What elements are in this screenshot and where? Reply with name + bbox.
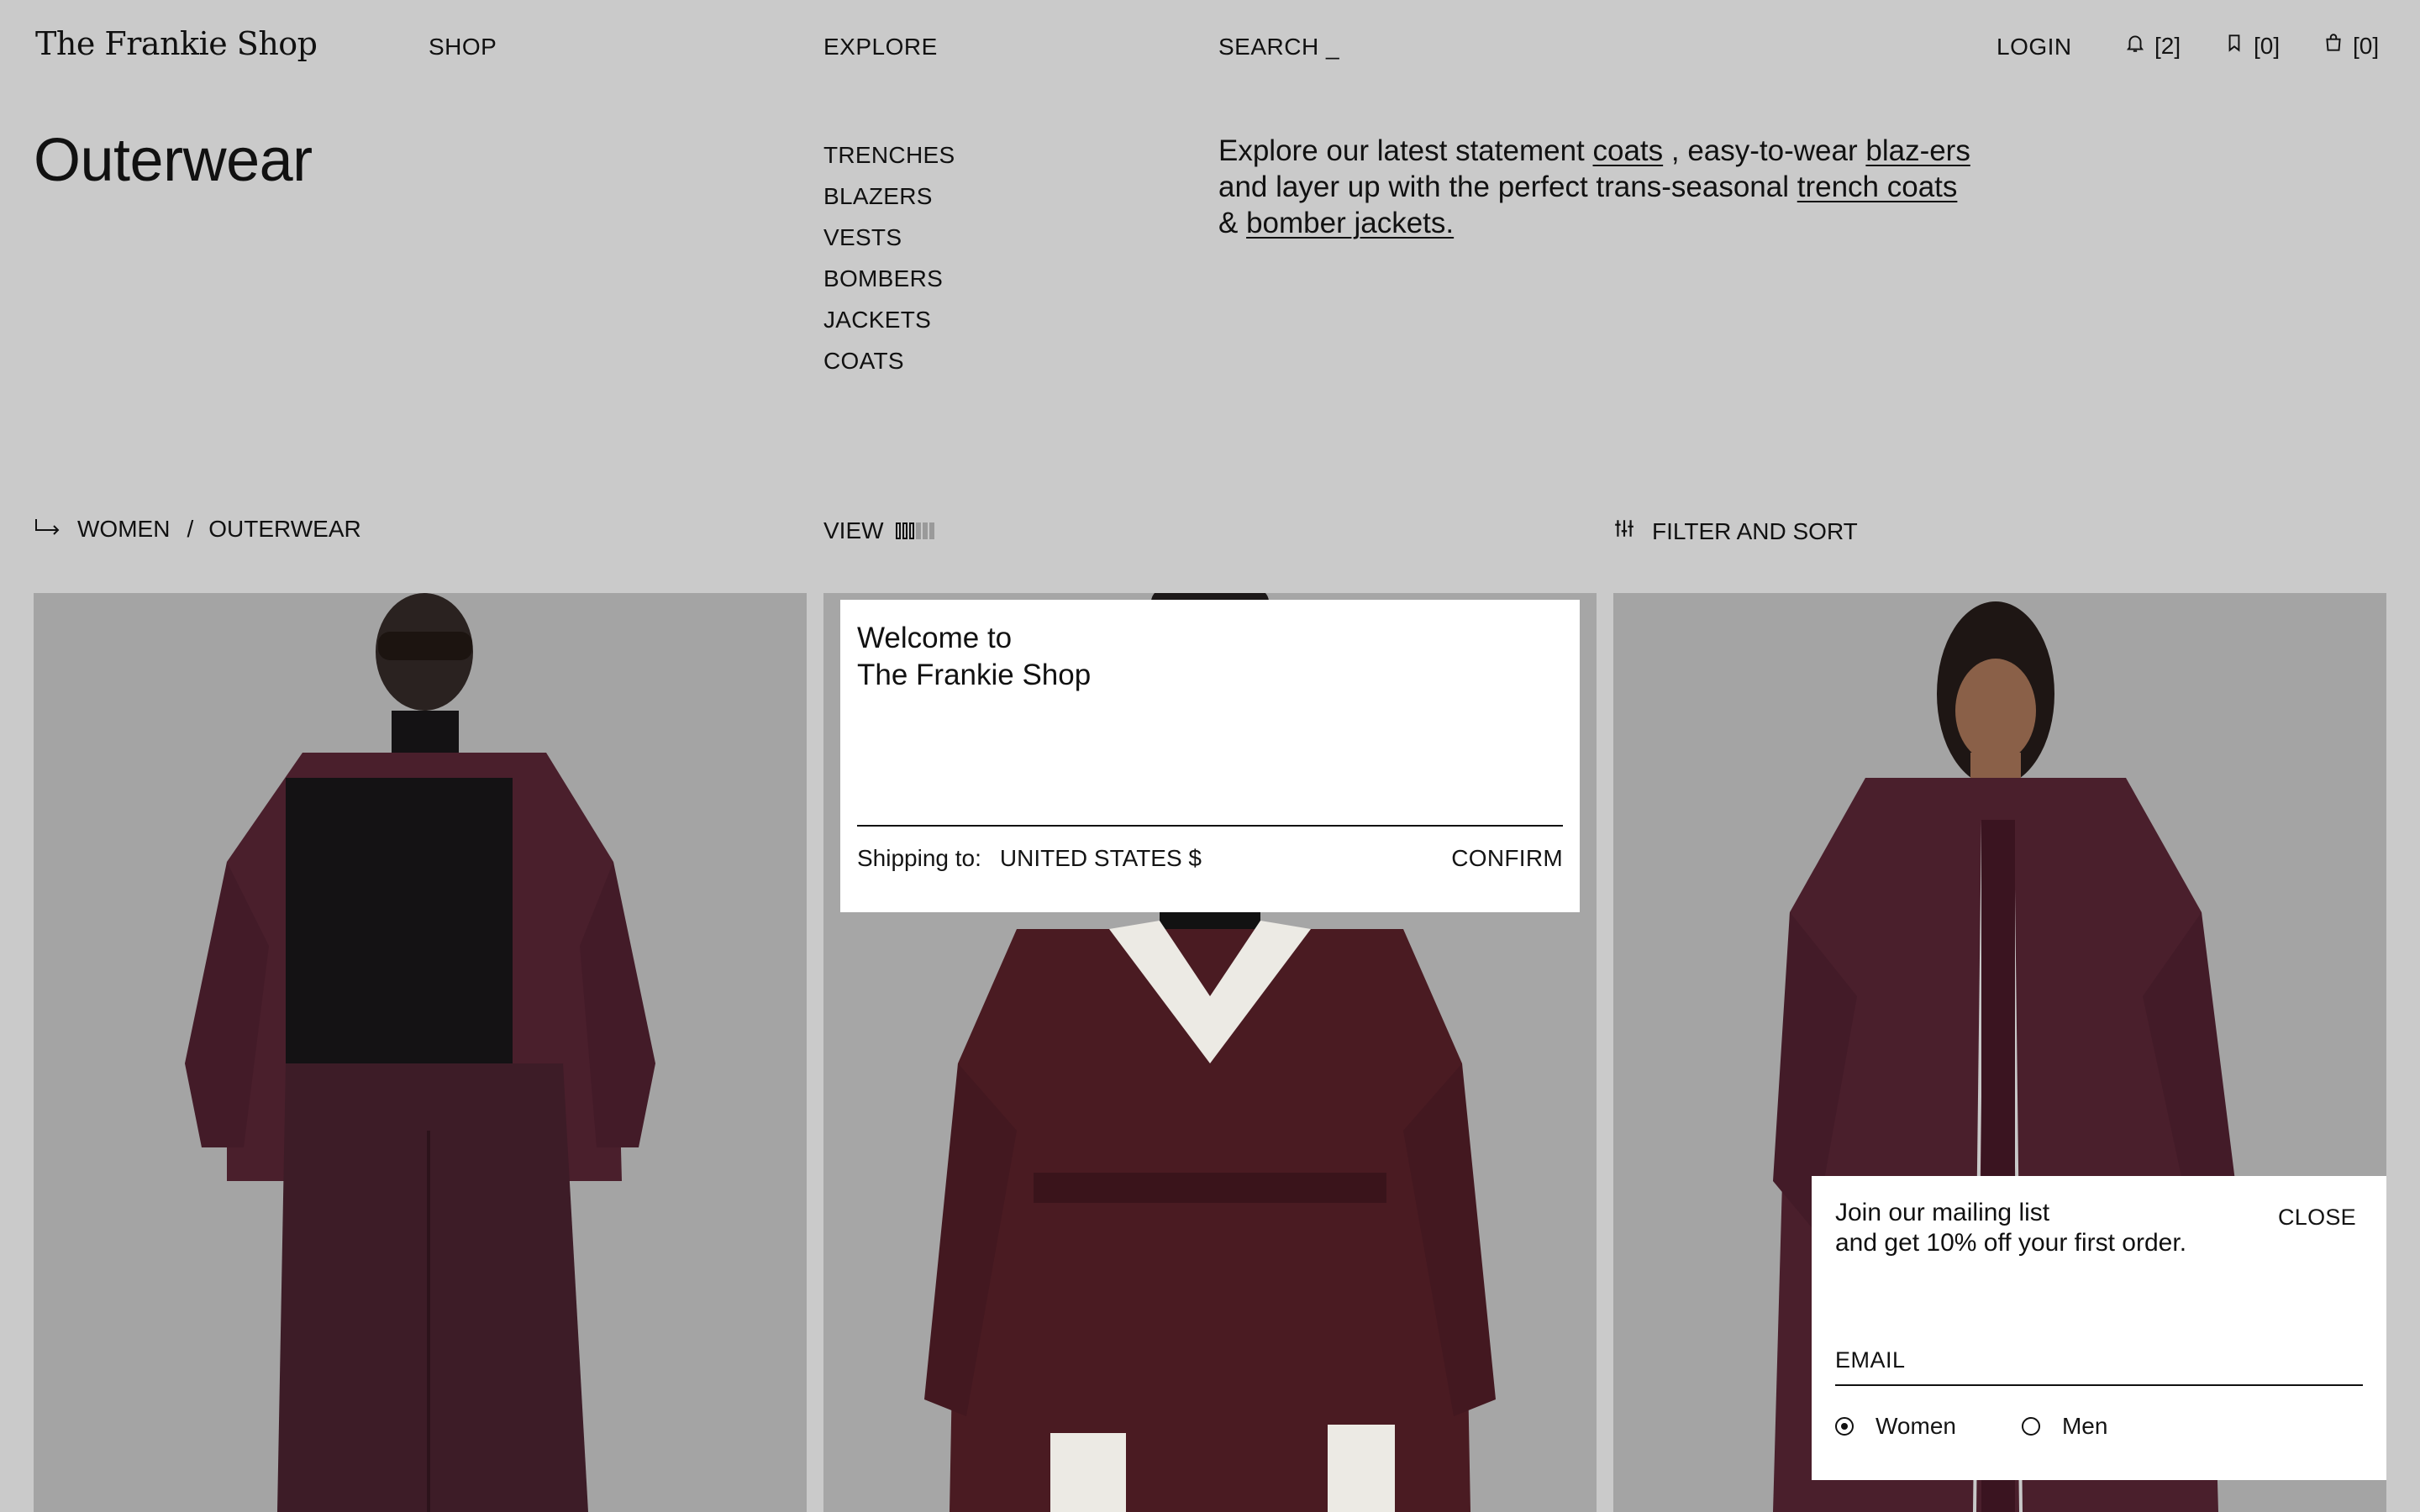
login-link[interactable]: LOGIN	[1996, 34, 2072, 60]
mailing-line: and get 10% off your first order.	[1835, 1229, 2187, 1257]
category-subnav: TRENCHES BLAZERS VESTS BOMBERS JACKETS C…	[823, 134, 955, 381]
shipping-label: Shipping to:	[857, 845, 981, 871]
filter-sort-button[interactable]: FILTER AND SORT	[1613, 517, 1858, 545]
bag-button[interactable]: [0]	[2323, 32, 2379, 60]
search-trigger[interactable]: SEARCH _	[1218, 34, 1339, 60]
view-label: VIEW	[823, 517, 884, 543]
nav-explore[interactable]: EXPLORE	[823, 34, 938, 60]
email-field[interactable]	[1835, 1336, 2363, 1386]
country-selector[interactable]: UNITED STATES $	[1000, 845, 1202, 872]
breadcrumb-separator: /	[187, 516, 194, 542]
notifications-count: [2]	[2154, 32, 2181, 59]
bag-count: [0]	[2353, 32, 2380, 59]
product-image	[34, 593, 807, 1512]
radio-women[interactable]: Women	[1835, 1413, 1956, 1440]
welcome-title: Welcome to The Frankie Shop	[857, 620, 1563, 694]
close-button[interactable]: CLOSE	[2278, 1205, 2356, 1231]
radio-label: Men	[2061, 1413, 2108, 1439]
intro-text: Explore our latest statement	[1218, 134, 1593, 167]
intro-link-trench-coats[interactable]: trench coats	[1797, 171, 1958, 203]
category-link-jackets[interactable]: JACKETS	[823, 299, 955, 340]
category-link-trenches[interactable]: TRENCHES	[823, 134, 955, 176]
product-card[interactable]	[34, 593, 807, 1512]
category-link-coats[interactable]: COATS	[823, 340, 955, 381]
divider	[857, 825, 1563, 827]
intro-link-blazers[interactable]: blaz-ers	[1865, 134, 1970, 167]
wishlist-count: [0]	[2254, 32, 2281, 59]
mailing-list-modal: Join our mailing list and get 10% off yo…	[1812, 1176, 2386, 1480]
breadcrumb-women[interactable]: WOMEN	[77, 516, 170, 543]
breadcrumb: WOMEN / OUTERWEAR	[34, 516, 361, 543]
radio-label: Women	[1876, 1413, 1956, 1439]
view-switcher: VIEW	[823, 517, 934, 544]
bell-icon	[2124, 32, 2146, 60]
grid-columns-icon[interactable]	[895, 522, 934, 539]
bookmark-icon	[2223, 32, 2245, 60]
intro-link-bomber-jackets[interactable]: bomber jackets.	[1246, 207, 1454, 239]
intro-text: , easy-to-wear	[1663, 134, 1866, 167]
radio-unchecked-icon[interactable]	[2021, 1417, 2040, 1436]
wishlist-button[interactable]: [0]	[2223, 32, 2280, 60]
category-link-vests[interactable]: VESTS	[823, 217, 955, 258]
site-logo[interactable]: The Frankie Shop	[35, 25, 318, 62]
welcome-modal: Welcome to The Frankie Shop Shipping to:…	[840, 600, 1580, 912]
nav-shop[interactable]: SHOP	[429, 34, 497, 60]
return-arrow-icon[interactable]	[34, 516, 62, 543]
sliders-icon	[1613, 517, 1635, 545]
welcome-title-line: Welcome to	[857, 622, 1013, 654]
radio-checked-icon[interactable]	[1835, 1417, 1854, 1436]
notifications-button[interactable]: [2]	[2124, 32, 2181, 60]
category-link-bombers[interactable]: BOMBERS	[823, 258, 955, 299]
mailing-line: Join our mailing list	[1835, 1199, 2050, 1226]
radio-men[interactable]: Men	[2021, 1413, 2108, 1440]
mailing-message: Join our mailing list and get 10% off yo…	[1835, 1198, 2255, 1258]
confirm-button[interactable]: CONFIRM	[1451, 845, 1563, 872]
filter-sort-label: FILTER AND SORT	[1652, 517, 1858, 544]
intro-text: and layer up with the perfect trans-seas…	[1218, 171, 1797, 203]
gender-options: Women Men	[1835, 1413, 2107, 1440]
intro-link-coats[interactable]: coats	[1593, 134, 1664, 167]
welcome-title-line: The Frankie Shop	[857, 659, 1092, 691]
category-intro: Explore our latest statement coats , eas…	[1218, 133, 1975, 241]
shipping-row: Shipping to: UNITED STATES $ CONFIRM	[857, 845, 1563, 872]
breadcrumb-current: OUTERWEAR	[208, 516, 361, 542]
category-link-blazers[interactable]: BLAZERS	[823, 176, 955, 217]
intro-text: &	[1218, 207, 1247, 239]
page-title: Outerwear	[34, 127, 313, 194]
bag-icon	[2323, 32, 2344, 60]
